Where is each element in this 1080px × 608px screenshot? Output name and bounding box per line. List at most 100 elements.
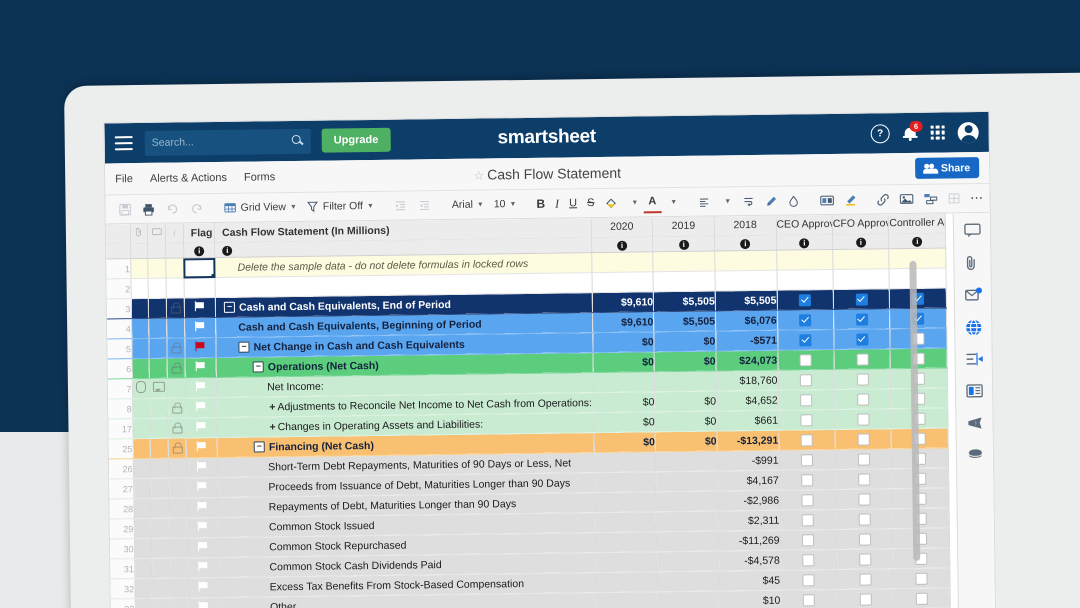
grid-view-button[interactable]: Grid View ▼ — [218, 197, 302, 218]
bold-button[interactable]: B — [531, 194, 550, 214]
comment-column-header[interactable] — [148, 224, 166, 244]
cell-2019[interactable] — [657, 571, 719, 592]
column-header-2019[interactable]: 2019 — [652, 217, 714, 237]
row-number[interactable]: 5 — [107, 339, 131, 359]
cell-2018[interactable] — [715, 250, 777, 271]
flag-icon[interactable] — [194, 301, 205, 311]
cell-controller[interactable] — [892, 428, 949, 449]
help-icon[interactable]: ? — [871, 124, 890, 143]
attachment-icon[interactable] — [136, 381, 146, 393]
comment-cell[interactable] — [148, 258, 166, 278]
flag-cell[interactable] — [188, 578, 220, 598]
cell-cfo[interactable] — [834, 309, 891, 330]
cell-2018[interactable]: $4,167 — [717, 470, 779, 491]
cell-2018[interactable]: $10 — [719, 590, 781, 608]
cell-2020[interactable] — [591, 252, 653, 273]
save-icon[interactable] — [113, 199, 136, 219]
attachment-cell[interactable] — [133, 438, 151, 458]
cell-cfo[interactable] — [835, 409, 892, 430]
cell-controller[interactable] — [891, 388, 948, 409]
cell-2020[interactable] — [594, 472, 656, 493]
flag-cell[interactable] — [187, 498, 219, 518]
attachment-cell[interactable] — [131, 318, 149, 338]
cell-ceo[interactable] — [779, 469, 836, 490]
comment-cell[interactable] — [150, 378, 168, 398]
attachment-cell[interactable] — [133, 458, 151, 478]
cell-2020[interactable]: $0 — [593, 392, 655, 413]
approval-checkbox[interactable] — [801, 454, 813, 466]
comment-cell[interactable] — [150, 438, 168, 458]
cell-2020[interactable]: $9,610 — [592, 312, 654, 333]
flag-icon[interactable] — [195, 381, 206, 391]
approval-checkbox[interactable] — [801, 474, 813, 486]
strikethrough-button[interactable]: S — [582, 193, 600, 213]
cell-ceo[interactable] — [777, 329, 834, 350]
attachment-cell[interactable] — [132, 418, 150, 438]
redo-icon[interactable] — [184, 198, 208, 218]
comment-cell[interactable] — [152, 558, 170, 578]
cell-2018[interactable]: -$2,986 — [718, 490, 780, 511]
cell-ceo[interactable] — [779, 429, 836, 450]
cell-cfo[interactable] — [835, 389, 892, 410]
flag-cell[interactable] — [186, 458, 218, 478]
wrap-text-icon[interactable] — [736, 191, 760, 211]
cell-2019[interactable]: $5,505 — [654, 311, 716, 332]
cell-2020[interactable]: $0 — [593, 352, 655, 373]
attachment-cell[interactable] — [134, 538, 152, 558]
row-number[interactable]: 2 — [107, 279, 131, 299]
cell-ceo[interactable] — [778, 349, 835, 370]
notifications-bell-icon[interactable]: 6 — [903, 124, 918, 141]
info-icon-controller[interactable]: i — [889, 233, 946, 249]
cell-cfo[interactable] — [837, 589, 894, 608]
comment-cell[interactable] — [153, 598, 171, 608]
cell-ceo[interactable] — [776, 249, 833, 270]
approval-checkbox[interactable] — [800, 354, 812, 366]
approval-checkbox[interactable] — [858, 453, 870, 465]
flag-cell[interactable] — [187, 538, 219, 558]
collapse-toggle-icon[interactable]: – — [253, 362, 264, 373]
approval-checkbox[interactable] — [802, 514, 814, 526]
attachment-column-header[interactable] — [130, 224, 148, 244]
info-icon-cfo[interactable]: i — [833, 234, 890, 250]
cell-2019[interactable] — [653, 251, 715, 272]
comment-cell[interactable] — [150, 418, 168, 438]
comment-cell[interactable] — [150, 398, 168, 418]
cell-2020[interactable] — [595, 552, 657, 573]
approval-checkbox[interactable] — [858, 493, 870, 505]
flag-icon[interactable] — [196, 441, 207, 451]
attachment-cell[interactable] — [134, 518, 152, 538]
lock-column-header[interactable]: i — [165, 223, 183, 243]
font-family-select[interactable]: Arial ▼ — [447, 194, 489, 215]
row-number[interactable]: 25 — [109, 439, 133, 459]
flag-cell[interactable] — [185, 338, 217, 358]
link-icon[interactable] — [871, 189, 894, 209]
cell-2020[interactable] — [595, 512, 657, 533]
text-color-chevron-down-icon[interactable]: ▼ — [665, 192, 682, 212]
comment-icon[interactable] — [153, 382, 165, 392]
outdent-icon[interactable] — [413, 195, 437, 215]
approval-checkbox[interactable] — [859, 553, 871, 565]
row-number[interactable]: 8 — [108, 399, 132, 419]
cell-cfo[interactable] — [834, 369, 891, 390]
flag-icon[interactable] — [196, 421, 207, 431]
column-header-ceo-approved[interactable]: CEO Approved — [776, 215, 833, 235]
cell-controller[interactable] — [894, 588, 951, 608]
card-view-icon[interactable] — [965, 383, 982, 400]
comment-cell[interactable] — [149, 338, 167, 358]
cell-controller[interactable] — [892, 468, 949, 489]
cell-2018[interactable]: $2,311 — [718, 510, 780, 531]
flag-icon[interactable] — [196, 401, 207, 411]
approval-checkbox[interactable] — [800, 374, 812, 386]
flag-cell[interactable] — [185, 378, 217, 398]
conversations-icon[interactable] — [963, 223, 980, 240]
flag-icon[interactable] — [197, 521, 208, 531]
row-number[interactable]: 4 — [107, 319, 131, 339]
flag-cell[interactable] — [186, 478, 218, 498]
comment-cell[interactable] — [152, 578, 170, 598]
row-number[interactable]: 28 — [109, 499, 133, 519]
cell-2018[interactable]: -$991 — [717, 450, 779, 471]
user-avatar-icon[interactable] — [958, 122, 979, 143]
cell-2019[interactable] — [657, 531, 719, 552]
cell-ceo[interactable] — [780, 529, 837, 550]
highlight-icon[interactable] — [839, 190, 861, 210]
